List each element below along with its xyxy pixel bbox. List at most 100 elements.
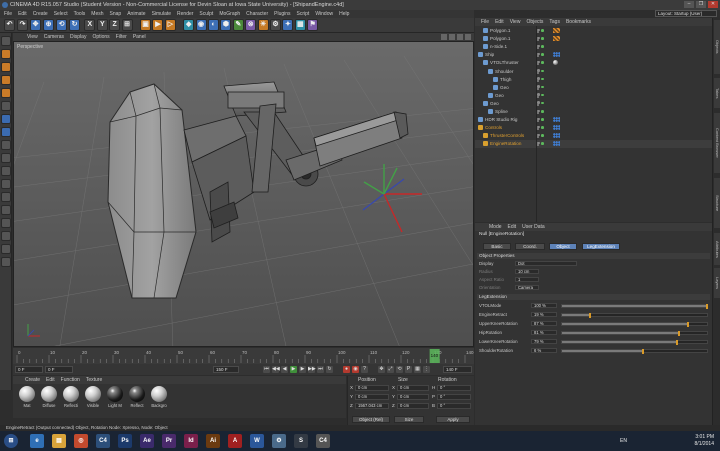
slider-track[interactable] xyxy=(561,348,708,354)
deformer-icon[interactable]: ✎ xyxy=(232,19,244,31)
visibility-flags-icon[interactable] xyxy=(537,133,546,139)
flag-icon[interactable]: ⚑ xyxy=(307,19,319,31)
taskbar-app-icon[interactable]: S xyxy=(294,434,308,448)
object-tree-row[interactable]: Ship xyxy=(475,51,712,58)
param-key-icon[interactable]: P xyxy=(405,366,412,373)
light-icon[interactable]: ☀ xyxy=(257,19,269,31)
taskbar-app-icon[interactable]: ⚙ xyxy=(272,434,286,448)
sphere-icon[interactable]: ◉ xyxy=(195,19,207,31)
quantize-icon[interactable] xyxy=(1,231,11,241)
language-indicator[interactable]: EN xyxy=(620,438,627,444)
settings-icon[interactable]: ⚙ xyxy=(270,19,281,31)
layout-icon[interactable] xyxy=(1,257,11,267)
taskbar-app-icon[interactable]: Ps xyxy=(118,434,132,448)
system-clock[interactable]: 3:01 PM 8/1/2014 xyxy=(674,434,714,448)
move-icon[interactable]: ⊕ xyxy=(43,19,54,31)
object-tree-row[interactable]: Shoulder xyxy=(475,68,712,75)
model-mode-icon[interactable] xyxy=(1,49,11,59)
material-swatch[interactable]: Diffuse xyxy=(39,386,59,408)
edge-tab-attributes[interactable]: Attributes xyxy=(714,233,720,265)
z-axis-lock[interactable]: Z xyxy=(109,19,121,31)
texture-mode-icon[interactable] xyxy=(1,62,11,72)
timeline-ruler[interactable]: 0102030405060708090100110120130140140 xyxy=(13,348,474,364)
scale-icon[interactable]: ⟲ xyxy=(56,19,67,31)
rotate-key-icon[interactable]: ⟲ xyxy=(396,366,403,373)
object-menu-bookmarks[interactable]: Bookmarks xyxy=(566,19,591,25)
slider-track[interactable] xyxy=(561,321,708,327)
snap-icon[interactable] xyxy=(1,153,11,163)
menu-simulate[interactable]: Simulate xyxy=(152,11,171,17)
visibility-flags-icon[interactable] xyxy=(537,125,546,131)
rotate-view-icon[interactable] xyxy=(457,34,463,40)
live-select-icon[interactable]: ✥ xyxy=(30,19,41,31)
taskbar-app-icon[interactable]: A xyxy=(228,434,242,448)
taskbar-app-icon[interactable]: Ae xyxy=(140,434,154,448)
object-menu-edit[interactable]: Edit xyxy=(495,19,504,25)
slider-track[interactable] xyxy=(561,303,708,309)
object-menu-view[interactable]: View xyxy=(510,19,521,25)
slider-track[interactable] xyxy=(561,312,708,318)
object-menu-file[interactable]: File xyxy=(481,19,489,25)
viewport-menu-display[interactable]: Display xyxy=(70,34,86,40)
material-swatch[interactable]: Visible xyxy=(83,386,103,408)
spline-icon[interactable]: ◐ xyxy=(208,19,219,31)
toggle-view-icon[interactable] xyxy=(465,34,471,40)
menu-file[interactable]: File xyxy=(4,11,12,17)
slider-handle[interactable] xyxy=(706,303,708,309)
scale-key-icon[interactable]: ⤢ xyxy=(387,366,394,373)
visibility-flags-icon[interactable] xyxy=(537,93,546,98)
previous-frame-button[interactable]: ◀ xyxy=(281,366,288,373)
slider-value-field[interactable]: 6 % xyxy=(531,348,557,353)
make-editable-icon[interactable] xyxy=(1,36,11,46)
play-button[interactable]: ▶ xyxy=(290,366,297,373)
layout-dropdown[interactable]: Layout: Startup (User) xyxy=(655,10,717,17)
viewport-solo-icon[interactable] xyxy=(1,218,11,228)
xpresso-tag-icon[interactable] xyxy=(553,141,560,147)
taskbar-app-icon[interactable]: C4 xyxy=(316,434,330,448)
slider-value-field[interactable]: 79 % xyxy=(531,339,557,344)
taskbar-app-icon[interactable]: Id xyxy=(184,434,198,448)
taskbar-app-icon[interactable]: Ai xyxy=(206,434,220,448)
taskbar-app-icon[interactable]: C4 xyxy=(96,434,110,448)
slider-value-field[interactable]: 100 % xyxy=(531,303,557,308)
enable-axis-icon[interactable] xyxy=(1,166,11,176)
slider-value-field[interactable]: 87 % xyxy=(531,321,557,326)
frame-start-field[interactable]: 0 F xyxy=(15,366,43,373)
perspective-viewport[interactable]: Perspective xyxy=(13,41,474,347)
taskbar-app-icon[interactable]: ◎ xyxy=(74,434,88,448)
property-value[interactable]: 1 xyxy=(515,277,539,282)
workplane-icon[interactable] xyxy=(1,75,11,85)
menu-create[interactable]: Create xyxy=(33,11,48,17)
visibility-flags-icon[interactable] xyxy=(537,60,546,66)
menu-character[interactable]: Character xyxy=(246,11,268,17)
slider-value-field[interactable]: 19 % xyxy=(531,312,557,317)
move-view-icon[interactable] xyxy=(441,34,447,40)
object-manager-divider[interactable] xyxy=(536,26,537,222)
render-view-icon[interactable]: ▶ xyxy=(152,19,164,31)
material-swatch[interactable]: Mat xyxy=(17,386,37,408)
size-mode-dropdown[interactable]: Size xyxy=(394,416,424,423)
position-field[interactable]: 1567.043 cm xyxy=(355,403,389,409)
menu-help[interactable]: Help xyxy=(339,11,349,17)
visibility-flags-icon[interactable] xyxy=(537,69,546,74)
menu-mograph[interactable]: MoGraph xyxy=(219,11,240,17)
edge-tab-structure[interactable]: Structure xyxy=(714,178,720,228)
frame-current-field[interactable]: 0 F xyxy=(45,366,73,373)
taskbar-app-icon[interactable]: e xyxy=(30,434,44,448)
autokey-button[interactable]: ◉ xyxy=(352,366,359,373)
tweak-mode-icon[interactable] xyxy=(1,140,11,150)
keyframe-selection-button[interactable]: ? xyxy=(361,366,368,373)
taskbar-app-icon[interactable]: Pr xyxy=(162,434,176,448)
visibility-flags-icon[interactable] xyxy=(537,77,546,82)
size-field[interactable]: 0 cm xyxy=(397,403,429,409)
y-axis-lock[interactable]: Y xyxy=(96,19,108,31)
viewport-menu-filter[interactable]: Filter xyxy=(116,34,127,40)
rotate-icon[interactable]: ↻ xyxy=(69,19,80,31)
object-tree-row[interactable]: HDR Studio Rig xyxy=(475,116,712,123)
material-swatch[interactable]: Backgro xyxy=(149,386,169,408)
object-tree-row[interactable]: Polygon.1 xyxy=(475,27,712,34)
rotation-field[interactable]: 0 ° xyxy=(437,385,471,391)
display-dropdown[interactable]: Dot xyxy=(515,261,577,266)
x-axis-lock[interactable]: X xyxy=(84,19,96,31)
object-tree-row[interactable]: n-Side.1 xyxy=(475,43,712,50)
